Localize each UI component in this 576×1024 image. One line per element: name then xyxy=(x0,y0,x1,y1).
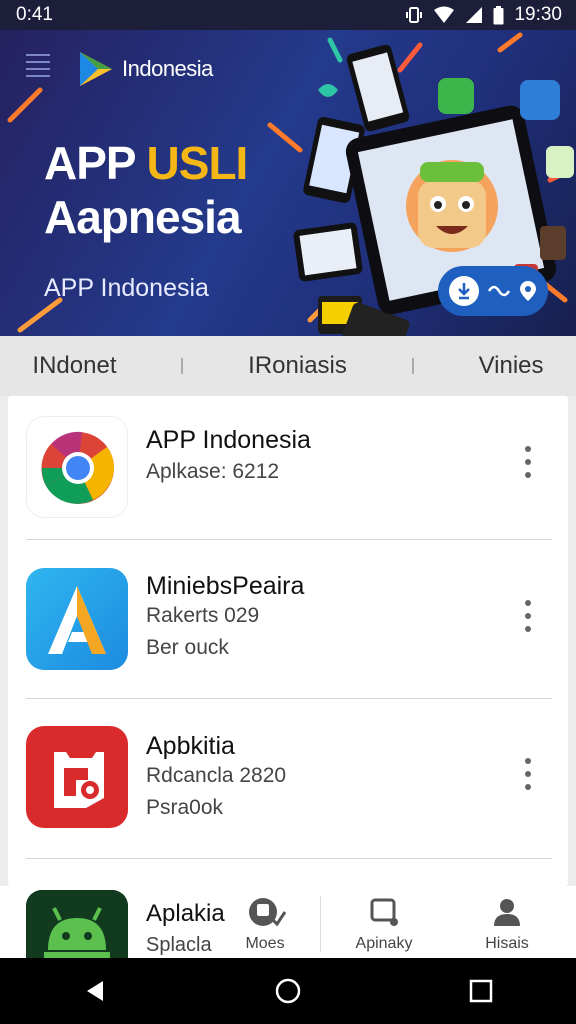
list-item[interactable]: Apbkitia Rdcancla 2820 Psra0ok xyxy=(8,700,568,860)
nav-divider xyxy=(320,896,321,952)
wifi-icon xyxy=(434,6,455,23)
recents-icon[interactable] xyxy=(469,979,493,1003)
more-options-icon[interactable] xyxy=(521,758,535,790)
nav-hisais[interactable]: Hisais xyxy=(480,896,534,953)
app-meta-secondary: Psra0ok xyxy=(146,796,224,819)
app-list: APP Indonesia Aplkase: 6212 MiniebsPeair… xyxy=(8,396,568,886)
nav-moes[interactable]: Moes xyxy=(238,896,292,953)
download-icon[interactable] xyxy=(449,276,480,306)
android-icon xyxy=(26,890,128,958)
hero-title-part-b: USLI xyxy=(146,137,249,189)
app-name: Apbkitia xyxy=(146,732,235,760)
a-letter-icon xyxy=(26,568,128,670)
app-meta-secondary: Ber ouck xyxy=(146,636,229,659)
brand: Indonesia xyxy=(78,50,213,88)
status-time-right: 19:30 xyxy=(514,4,562,25)
tab-3[interactable]: Vinies xyxy=(479,352,544,380)
tab-1[interactable]: INdonet xyxy=(32,352,116,380)
tab-divider xyxy=(411,358,414,374)
location-icon[interactable] xyxy=(519,280,537,302)
app-meta: Splacla xyxy=(146,934,212,956)
status-time-left: 0:41 xyxy=(16,4,53,25)
nav-label: Hisais xyxy=(485,935,529,952)
banner-action-pill[interactable] xyxy=(438,266,548,316)
nav-apinaky[interactable]: Apinaky xyxy=(348,896,420,953)
hero-title-part-a: APP xyxy=(44,137,136,189)
hero-title-line2: Aapnesia xyxy=(44,191,242,243)
battery-icon xyxy=(493,5,504,24)
home-icon[interactable] xyxy=(274,977,302,1005)
back-icon[interactable] xyxy=(83,979,107,1003)
nav-label: Moes xyxy=(245,935,285,952)
app-name: Aplakia xyxy=(146,900,225,927)
nav-label: Apinaky xyxy=(355,935,413,952)
category-tabs: INdonet IRoniasis Vinies xyxy=(0,336,576,396)
menu-icon[interactable] xyxy=(26,54,50,78)
red-app-icon xyxy=(26,726,128,828)
brand-logo-icon xyxy=(80,52,112,86)
tab-divider xyxy=(181,358,184,374)
list-item[interactable]: MiniebsPeaira Rakerts 029 Ber ouck xyxy=(8,540,568,700)
chrome-icon xyxy=(26,416,128,518)
app-name: APP Indonesia xyxy=(146,426,311,454)
more-options-icon[interactable] xyxy=(521,600,535,632)
status-icons: 19:30 xyxy=(405,4,562,26)
device-icon xyxy=(370,898,398,926)
bottom-bar: Aplakia Splacla Moes Apinaky Hisais xyxy=(0,886,576,958)
hero-title: APP USLI Aapnesia xyxy=(44,136,314,244)
list-item[interactable]: APP Indonesia Aplkase: 6212 xyxy=(8,396,568,556)
vibrate-icon xyxy=(406,7,423,23)
link-icon[interactable] xyxy=(486,283,512,299)
app-meta: Rakerts 029 xyxy=(146,604,260,627)
brand-name: Indonesia xyxy=(122,56,213,81)
app-meta: Aplkase: 6212 xyxy=(146,460,280,483)
app-name: MiniebsPeaira xyxy=(146,572,305,600)
system-navigation xyxy=(0,958,576,1024)
tab-2[interactable]: IRoniasis xyxy=(248,352,347,380)
status-bar: 0:41 19:30 xyxy=(0,0,576,30)
person-icon xyxy=(494,899,520,926)
hero-subtitle: APP Indonesia xyxy=(44,274,209,302)
app-badge-icon xyxy=(249,898,287,927)
hero-banner: Indonesia APP USLI Aapnesia APP Indonesi… xyxy=(0,30,576,336)
divider xyxy=(26,858,552,859)
signal-icon xyxy=(466,7,483,23)
divider xyxy=(26,698,552,699)
app-meta: Rdcancla 2820 xyxy=(146,764,287,787)
more-options-icon[interactable] xyxy=(521,446,535,478)
